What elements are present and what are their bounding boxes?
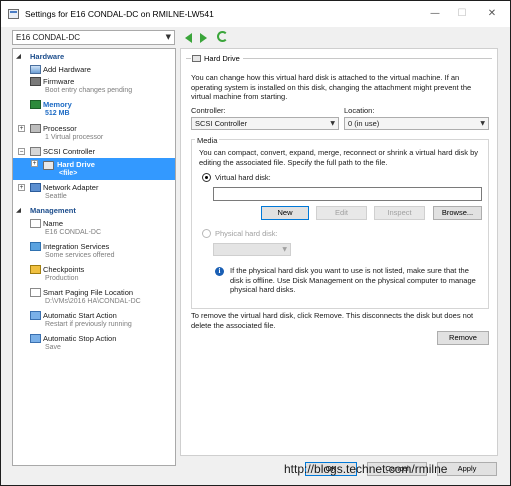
tree-item-network-adapter[interactable]: + Network Adapter Seattle xyxy=(13,182,175,202)
hard-drive-icon xyxy=(192,55,201,62)
automatic-stop-icon xyxy=(30,334,41,343)
new-button[interactable]: New xyxy=(261,206,309,220)
vm-selector[interactable]: E16 CONDAL-DC ▼ xyxy=(12,30,175,45)
minimize-button[interactable]: — xyxy=(425,6,445,22)
location-value: 0 (in use) xyxy=(348,119,380,128)
physical-disk-info: If the physical hard disk you want to us… xyxy=(230,266,476,294)
settings-window: Settings for E16 CONDAL-DC on RMILNE-LW5… xyxy=(0,0,511,486)
refresh-icon[interactable] xyxy=(217,31,228,42)
remove-description: To remove the virtual hard disk, click R… xyxy=(191,311,474,330)
tree-item-name[interactable]: Name E16 CONDAL-DC xyxy=(13,218,175,238)
window-title: Settings for E16 CONDAL-DC on RMILNE-LW5… xyxy=(25,9,214,19)
virtual-disk-radio[interactable] xyxy=(202,173,211,182)
tree-item-smart-paging[interactable]: Smart Paging File Location D:\VMs\2016 H… xyxy=(13,287,175,307)
close-button[interactable]: ✕ xyxy=(482,6,502,22)
expand-plus-icon[interactable]: + xyxy=(31,160,38,167)
processor-icon xyxy=(30,124,41,133)
hard-drive-panel: Hard Drive You can change how this virtu… xyxy=(180,48,498,456)
integration-services-icon xyxy=(30,242,41,251)
tree-item-integration-services[interactable]: Integration Services Some services offer… xyxy=(13,241,175,261)
tree-item-hard-drive[interactable]: + Hard Drive <file> xyxy=(13,158,175,180)
hardware-section-header[interactable]: ◢ Hardware xyxy=(13,51,175,63)
add-hardware-icon xyxy=(30,65,41,74)
media-group-title: Media xyxy=(195,136,220,145)
attachment-description: You can change how this virtual hard dis… xyxy=(191,73,472,101)
controller-value: SCSI Controller xyxy=(195,119,248,128)
back-arrow-icon[interactable] xyxy=(185,33,192,43)
inspect-button[interactable]: Inspect xyxy=(374,206,425,220)
info-icon: i xyxy=(215,267,224,276)
panel-title: Hard Drive xyxy=(191,54,243,63)
edit-button[interactable]: Edit xyxy=(316,206,367,220)
location-dropdown[interactable]: 0 (in use) ▼ xyxy=(344,117,489,130)
physical-disk-label: Physical hard disk: xyxy=(215,229,278,238)
expand-plus-icon[interactable]: + xyxy=(18,125,25,132)
network-adapter-icon xyxy=(30,183,41,192)
media-group: Media You can compact, convert, expand, … xyxy=(191,136,489,309)
checkpoints-icon xyxy=(30,265,41,274)
chevron-down-icon: ▼ xyxy=(480,120,485,127)
remove-button[interactable]: Remove xyxy=(437,331,489,345)
chevron-down-icon: ▼ xyxy=(165,33,171,41)
browse-button[interactable]: Browse... xyxy=(433,206,482,220)
controller-dropdown[interactable]: SCSI Controller ▼ xyxy=(191,117,339,130)
toolbar: E16 CONDAL-DC ▼ xyxy=(1,27,510,47)
virtual-disk-path-input[interactable] xyxy=(213,187,482,201)
collapse-minus-icon[interactable]: − xyxy=(18,148,25,155)
tree-item-automatic-stop[interactable]: Automatic Stop Action Save xyxy=(13,333,175,353)
firmware-icon xyxy=(30,77,41,86)
watermark-url: http://blogs.technet.com/rmilne xyxy=(284,462,448,476)
physical-disk-dropdown[interactable]: ▼ xyxy=(213,243,291,256)
virtual-disk-label: Virtual hard disk: xyxy=(215,173,271,182)
location-label: Location: xyxy=(344,106,375,115)
tree-item-checkpoints[interactable]: Checkpoints Production xyxy=(13,264,175,284)
tree-item-scsi-controller[interactable]: − SCSI Controller xyxy=(13,146,175,157)
chevron-down-icon: ▼ xyxy=(330,120,335,127)
tree-item-add-hardware[interactable]: Add Hardware xyxy=(13,64,175,75)
vm-selector-value: E16 CONDAL-DC xyxy=(16,33,81,42)
collapse-triangle-icon: ◢ xyxy=(16,52,21,60)
smart-paging-icon xyxy=(30,288,41,297)
dialog-footer: OK Cancel Apply http://blogs.technet.com… xyxy=(1,456,510,485)
settings-app-icon xyxy=(8,9,19,19)
memory-icon xyxy=(30,100,41,109)
tree-item-memory[interactable]: Memory 512 MB xyxy=(13,99,175,119)
tree-item-firmware[interactable]: Firmware Boot entry changes pending xyxy=(13,76,175,96)
forward-arrow-icon[interactable] xyxy=(200,33,207,43)
name-icon xyxy=(30,219,41,228)
title-bar: Settings for E16 CONDAL-DC on RMILNE-LW5… xyxy=(1,1,510,27)
expand-plus-icon[interactable]: + xyxy=(18,184,25,191)
media-description: You can compact, convert, expand, merge,… xyxy=(199,148,479,167)
tree-item-automatic-start[interactable]: Automatic Start Action Restart if previo… xyxy=(13,310,175,330)
management-section-header[interactable]: ◢ Management xyxy=(13,205,175,217)
settings-tree: ◢ Hardware Add Hardware Firmware Boot en… xyxy=(12,48,176,466)
automatic-start-icon xyxy=(30,311,41,320)
hard-drive-icon xyxy=(43,161,54,170)
physical-disk-radio[interactable] xyxy=(202,229,211,238)
maximize-button[interactable]: ☐ xyxy=(452,6,472,22)
collapse-triangle-icon: ◢ xyxy=(16,206,21,214)
controller-label: Controller: xyxy=(191,106,226,115)
chevron-down-icon: ▼ xyxy=(282,246,287,253)
scsi-controller-icon xyxy=(30,147,41,156)
tree-item-processor[interactable]: + Processor 1 Virtual processor xyxy=(13,123,175,143)
